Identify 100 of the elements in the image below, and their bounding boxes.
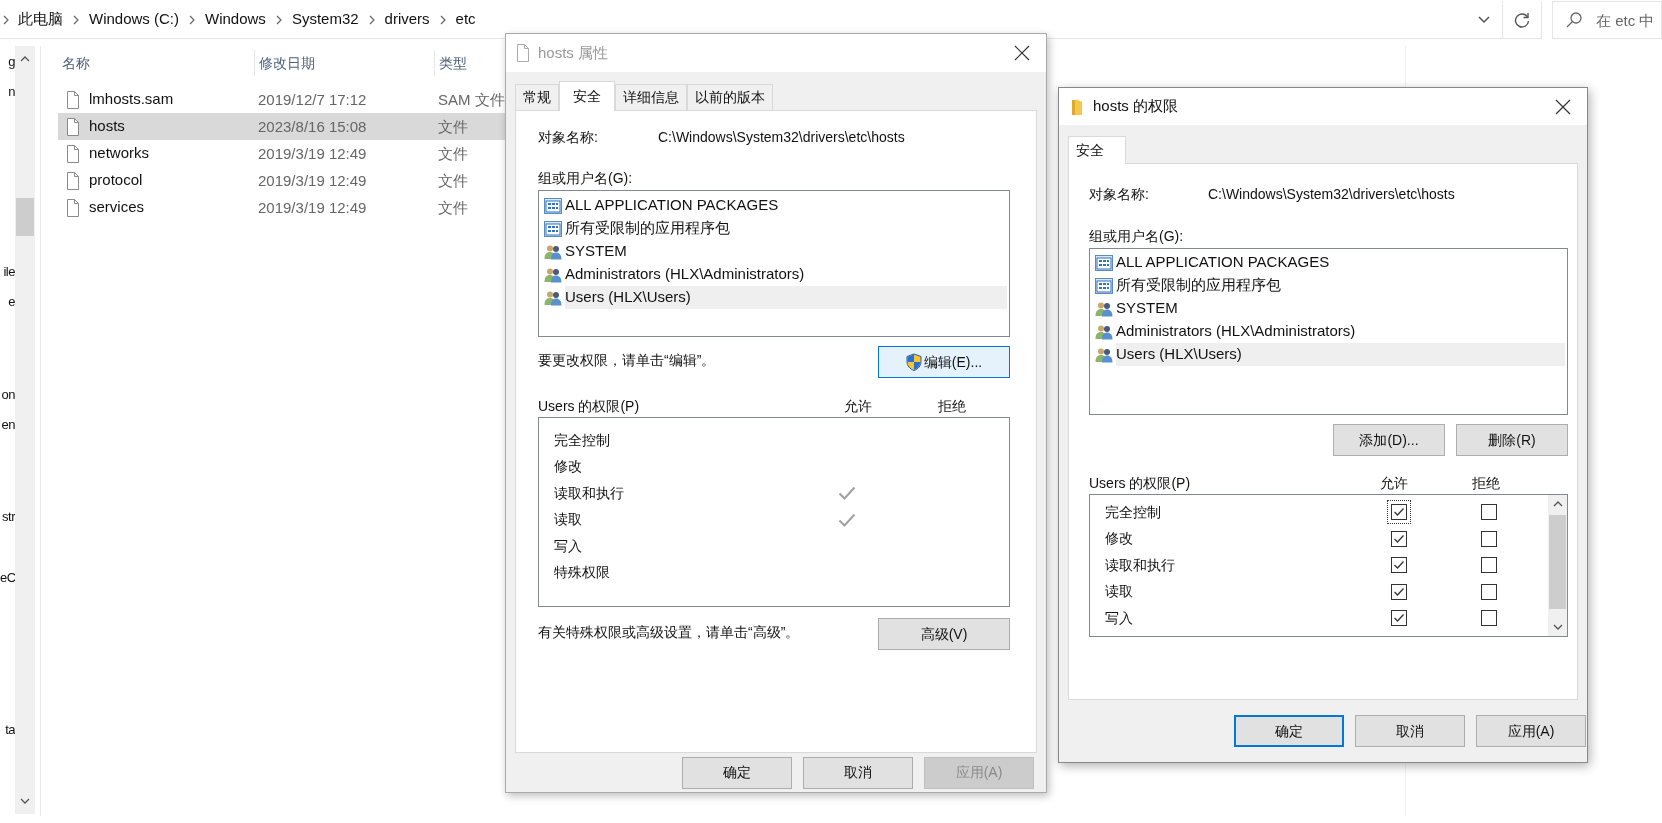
search-field[interactable]: 在 etc 中 — [1552, 1, 1662, 39]
breadcrumb-item[interactable]: Windows — [205, 8, 266, 31]
field-label: 对象名称: — [1089, 184, 1150, 204]
principal-item[interactable]: Administrators (HLX\Administrators) — [565, 263, 1007, 286]
field-label: 组或用户名(G): — [538, 169, 634, 188]
principals-list[interactable]: ALL APPLICATION PACKAGES 所有受限制的应用程序包 SYSTEM Administrators (HLX\Administrators) Users (HLX\Users) — [1089, 248, 1568, 415]
permission-name: 读取和执行 — [554, 483, 625, 503]
breadcrumb-item[interactable]: Windows (C:) — [89, 8, 179, 31]
checked-box-icon — [1391, 610, 1407, 627]
users-icon — [544, 243, 562, 260]
permission-name: 读取 — [554, 510, 583, 530]
field-label: Users 的权限(P) — [1089, 473, 1192, 493]
scrollbar-thumb[interactable] — [1549, 515, 1566, 609]
nav-item[interactable]: on — [0, 385, 15, 405]
nav-item[interactable]: n — [0, 82, 15, 102]
principal-item[interactable]: 所有受限制的应用程序包 — [565, 217, 1007, 240]
dialog-button[interactable]: 添加(D)... — [1333, 424, 1445, 456]
principal-item[interactable]: 所有受限制的应用程序包 — [1116, 274, 1565, 297]
principal-item[interactable]: Administrators (HLX\Administrators) — [1116, 320, 1565, 343]
chevron-icon — [2, 14, 10, 25]
file-row[interactable]: hosts 2023/8/16 15:08 文件 — [58, 113, 508, 140]
chevron-icon — [188, 14, 196, 25]
hint-text: 有关特殊权限或高级设置，请单击“高级”。 — [538, 623, 800, 642]
file-icon — [66, 117, 80, 136]
tab[interactable]: 安全 — [559, 81, 615, 111]
file-row[interactable]: networks 2019/3/19 12:49 文件 — [58, 140, 508, 167]
window-title: hosts 属性 — [538, 42, 610, 63]
permission-name: 读取 — [1105, 582, 1134, 602]
file-name: services — [89, 197, 144, 218]
column-header[interactable]: 类型 — [439, 52, 467, 74]
file-row[interactable]: lmhosts.sam 2019/12/7 17:12 SAM 文件 — [58, 86, 508, 113]
scrollbar[interactable] — [15, 46, 35, 814]
chevron-down-icon — [20, 798, 30, 804]
nav-item[interactable]: e — [0, 292, 15, 312]
dialog-button[interactable]: 应用(A) — [1476, 715, 1586, 747]
tab[interactable]: 详细信息 — [615, 84, 687, 110]
file-icon — [66, 144, 80, 163]
file-icon — [516, 44, 530, 62]
permission-name: 完全控制 — [1105, 502, 1162, 522]
principals-list[interactable]: ALL APPLICATION PACKAGES 所有受限制的应用程序包 SYSTEM Administrators (HLX\Administrators) Users (HLX\Users) — [538, 190, 1010, 337]
scrollbar-thumb[interactable] — [16, 198, 34, 236]
principal-item[interactable]: SYSTEM — [1116, 297, 1565, 320]
dialog-button[interactable]: 取消 — [1355, 715, 1465, 747]
nav-item[interactable]: str — [0, 507, 15, 527]
principal-item[interactable]: ALL APPLICATION PACKAGES — [565, 194, 1007, 217]
chevron-icon — [438, 14, 447, 25]
permission-name: 写入 — [554, 536, 583, 556]
dialog-button[interactable]: 高级(V) — [878, 618, 1010, 650]
principal-item[interactable]: Users (HLX\Users) — [1116, 343, 1565, 366]
nav-item[interactable]: en — [0, 415, 15, 435]
users-icon — [1095, 346, 1113, 363]
close-icon — [1014, 45, 1030, 61]
dialog-button[interactable]: 确定 — [682, 756, 792, 789]
window-title: hosts 的权限 — [1093, 96, 1180, 117]
hint-text: 要更改权限，请单击“编辑”。 — [538, 351, 716, 370]
empty-box-icon — [1481, 504, 1497, 521]
column-header: 允许 — [1380, 473, 1409, 493]
principal-item[interactable]: SYSTEM — [565, 240, 1007, 263]
chevron-down-icon — [1478, 15, 1490, 24]
file-row[interactable]: services 2019/3/19 12:49 文件 — [58, 194, 508, 221]
tab[interactable]: 常规 — [515, 84, 559, 110]
breadcrumb-item[interactable]: etc — [455, 8, 476, 31]
empty-box-icon — [1481, 557, 1497, 574]
breadcrumb-item[interactable]: 此电脑 — [18, 8, 63, 31]
package-icon — [544, 197, 562, 214]
file-icon — [66, 90, 80, 109]
dialog-button[interactable]: 确定 — [1234, 715, 1344, 747]
breadcrumb-item[interactable]: System32 — [291, 8, 359, 31]
chevron-up-icon — [1552, 501, 1563, 507]
field-label: 组或用户名(G): — [1089, 227, 1185, 246]
permission-name: 完全控制 — [554, 430, 611, 450]
column-header[interactable]: 名称 — [62, 52, 90, 74]
column-header: 拒绝 — [938, 396, 966, 416]
nav-item[interactable]: eC — [0, 568, 15, 588]
checked-box-icon — [1391, 530, 1407, 547]
file-name: protocol — [89, 170, 143, 191]
breadcrumb-item[interactable]: drivers — [384, 8, 430, 31]
dialog-button[interactable]: 取消 — [803, 756, 913, 789]
scrollbar[interactable] — [1548, 495, 1567, 636]
checkbox[interactable] — [1388, 501, 1410, 524]
shield-icon — [905, 353, 922, 371]
tab[interactable]: 以前的版本 — [687, 84, 773, 110]
principal-item[interactable]: ALL APPLICATION PACKAGES — [1116, 251, 1565, 274]
edit-button[interactable]: 编辑(E)... — [878, 346, 1010, 378]
chevron-icon — [72, 14, 80, 25]
nav-item[interactable]: ta — [0, 720, 15, 740]
dialog-button[interactable]: 删除(R) — [1456, 424, 1568, 456]
package-icon — [1095, 254, 1113, 271]
file-date: 2019/3/19 12:49 — [258, 144, 367, 162]
field-label: 对象名称: — [538, 127, 599, 147]
principal-item[interactable]: Users (HLX\Users) — [565, 286, 1007, 309]
file-row[interactable]: protocol 2019/3/19 12:49 文件 — [58, 167, 508, 194]
file-icon — [66, 171, 80, 190]
refresh-button[interactable] — [1502, 1, 1542, 39]
column-header[interactable]: 修改日期 — [259, 52, 315, 74]
nav-item[interactable]: ile — [0, 262, 15, 282]
users-icon — [544, 289, 562, 306]
tab[interactable]: 安全 — [1068, 136, 1126, 164]
close-button[interactable] — [1012, 43, 1032, 63]
nav-item[interactable]: g — [0, 52, 15, 72]
